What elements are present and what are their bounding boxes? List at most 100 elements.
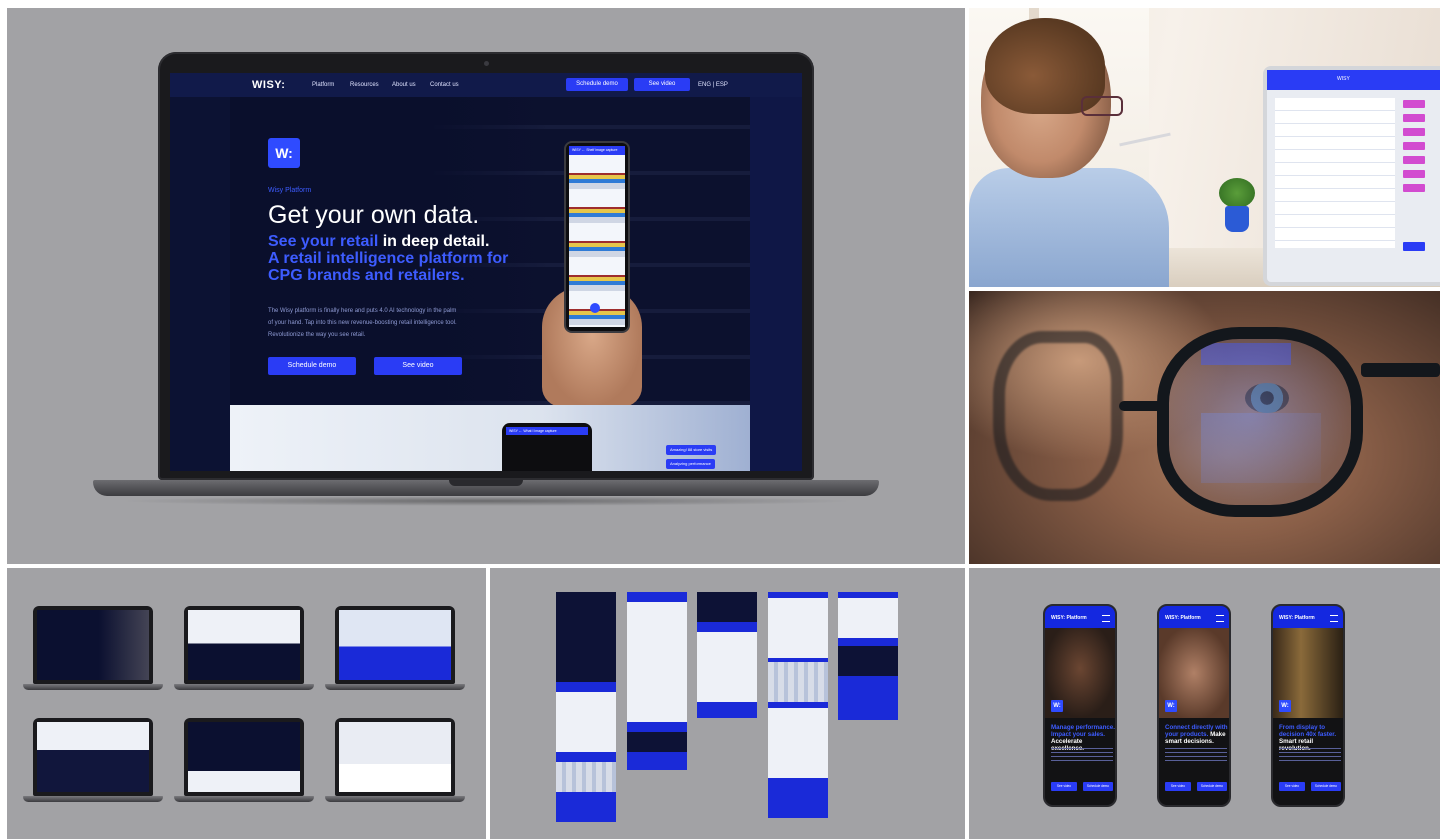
nav-contact-us[interactable]: Contact us xyxy=(430,82,459,88)
wisy-mark-icon: W: xyxy=(1279,700,1291,712)
wisy-mark-icon: W: xyxy=(268,138,300,168)
mobile-body-text xyxy=(1279,748,1341,764)
wisy-logo[interactable]: WISY: xyxy=(252,79,285,91)
mobile-phone-1: WISY: Platform W: Manage performance. Im… xyxy=(1043,604,1117,807)
glasses-lens-right xyxy=(1157,327,1363,517)
layout-light-section xyxy=(838,598,898,638)
language-switch[interactable]: ENG | ESP xyxy=(698,82,728,88)
nav-see-video-button[interactable]: See video xyxy=(634,78,690,91)
status-tag xyxy=(1403,184,1425,192)
plant xyxy=(1219,178,1255,234)
lower-phone-mockup: WISY ← What I image capture xyxy=(502,423,592,471)
mini-laptop-3 xyxy=(325,606,465,698)
mobile-header: WISY: Platform xyxy=(1273,606,1343,628)
hero-headline: Get your own data. xyxy=(268,201,480,229)
layout-image-section xyxy=(768,662,828,702)
layout-light-section xyxy=(556,692,616,752)
page-layout-5 xyxy=(838,592,898,720)
mini-laptop-base xyxy=(23,684,163,690)
status-tag xyxy=(1403,142,1425,150)
layout-dark-section xyxy=(627,732,687,752)
page-layout-4 xyxy=(768,592,828,818)
woman-shirt xyxy=(969,168,1169,287)
desktop-monitor: WISY xyxy=(1263,66,1440,286)
page-layout-3 xyxy=(697,592,757,718)
nav-about-us[interactable]: About us xyxy=(392,82,416,88)
hero-section: W: Wisy Platform Get your own data. See … xyxy=(230,97,750,407)
mobile-phone-3: WISY: Platform W: From display to decisi… xyxy=(1271,604,1345,807)
hero-laptop-panel: WISY: Platform Resources About us Contac… xyxy=(7,8,965,564)
wisy-mark-icon: W: xyxy=(1051,700,1063,712)
mobile-headline-blue: From display to decision 40x faster. xyxy=(1279,724,1337,738)
nav-resources[interactable]: Resources xyxy=(350,82,379,88)
layout-dark-section xyxy=(838,646,898,676)
mobile-see-video-button[interactable]: See video xyxy=(1051,782,1077,791)
mini-laptop-base xyxy=(23,796,163,802)
mobile-schedule-demo-button[interactable]: Schedule demo xyxy=(1311,782,1341,791)
mobile-screens-panel: WISY: Platform W: Manage performance. Im… xyxy=(969,568,1440,839)
page-layouts-panel xyxy=(490,568,965,839)
mini-laptop-6 xyxy=(325,718,465,810)
mini-laptop-lid xyxy=(335,606,455,684)
mini-laptop-4 xyxy=(23,718,163,810)
mini-laptop-lid xyxy=(33,606,153,684)
dashboard-table xyxy=(1275,98,1395,248)
layout-light-section xyxy=(768,598,828,658)
hero-subheadline: See your retail in deep detail. A retail… xyxy=(268,233,518,284)
plant-pot xyxy=(1225,206,1249,232)
hamburger-menu-icon[interactable] xyxy=(1330,615,1338,622)
dashboard-status-tags xyxy=(1403,100,1425,198)
hero-phone-mockup: WISY ← Shelf image capture xyxy=(564,141,630,333)
mini-laptop-1 xyxy=(23,606,163,698)
laptop-base xyxy=(93,480,879,496)
mobile-schedule-demo-button[interactable]: Schedule demo xyxy=(1197,782,1227,791)
mini-laptop-screen xyxy=(37,610,149,680)
mini-laptop-screen xyxy=(339,610,451,680)
woman-at-monitor-photo: WISY xyxy=(969,8,1440,287)
laptop-notch xyxy=(449,480,523,486)
mobile-body-text xyxy=(1051,748,1113,764)
layout-light-section xyxy=(768,708,828,778)
webcam-icon xyxy=(484,61,489,66)
hamburger-menu-icon[interactable] xyxy=(1216,615,1224,622)
mobile-logo[interactable]: WISY: Platform xyxy=(1279,615,1315,621)
dashboard-header: WISY xyxy=(1267,70,1440,90)
laptop-lid: WISY: Platform Resources About us Contac… xyxy=(158,52,814,480)
subheadline-white-1: in deep detail. xyxy=(378,233,490,250)
mobile-logo[interactable]: WISY: Platform xyxy=(1165,615,1201,621)
mini-laptop-lid xyxy=(335,718,455,796)
mini-laptop-screen xyxy=(37,722,149,792)
hamburger-menu-icon[interactable] xyxy=(1102,615,1110,622)
mini-laptop-screen xyxy=(188,722,300,792)
mobile-body-text xyxy=(1165,748,1227,764)
eye-glasses-photo xyxy=(969,291,1440,564)
phone-app-bar: WISY ← Shelf image capture xyxy=(569,146,625,155)
mobile-schedule-demo-button[interactable]: Schedule demo xyxy=(1083,782,1113,791)
mobile-see-video-button[interactable]: See video xyxy=(1165,782,1191,791)
screen-side-strip xyxy=(750,97,802,471)
mini-laptop-base xyxy=(325,684,465,690)
status-tag xyxy=(1403,170,1425,178)
mini-laptop-base xyxy=(174,796,314,802)
mobile-header: WISY: Platform xyxy=(1045,606,1115,628)
laptop-grid-panel xyxy=(7,568,486,839)
layout-light-section xyxy=(627,602,687,722)
nav-schedule-demo-button[interactable]: Schedule demo xyxy=(566,78,628,91)
see-video-button[interactable]: See video xyxy=(374,357,462,375)
dashboard-button xyxy=(1403,242,1425,251)
layout-light-section xyxy=(697,632,757,702)
woman-face xyxy=(981,18,1123,178)
mini-laptop-screen xyxy=(339,722,451,792)
capture-button-icon[interactable] xyxy=(590,303,600,313)
mini-laptop-lid xyxy=(184,606,304,684)
subheadline-blue-1: See your retail xyxy=(268,233,379,250)
mobile-logo[interactable]: WISY: Platform xyxy=(1051,615,1087,621)
nav-platform[interactable]: Platform xyxy=(312,82,334,88)
subheadline-blue-2: A retail intelligence platform for CPG b… xyxy=(268,250,509,284)
mobile-header: WISY: Platform xyxy=(1159,606,1229,628)
schedule-demo-button[interactable]: Schedule demo xyxy=(268,357,356,375)
mobile-see-video-button[interactable]: See video xyxy=(1279,782,1305,791)
status-tag xyxy=(1403,114,1425,122)
laptop-shadow xyxy=(117,496,857,506)
hero-body-text: The Wisy platform is finally here and pu… xyxy=(268,308,457,338)
